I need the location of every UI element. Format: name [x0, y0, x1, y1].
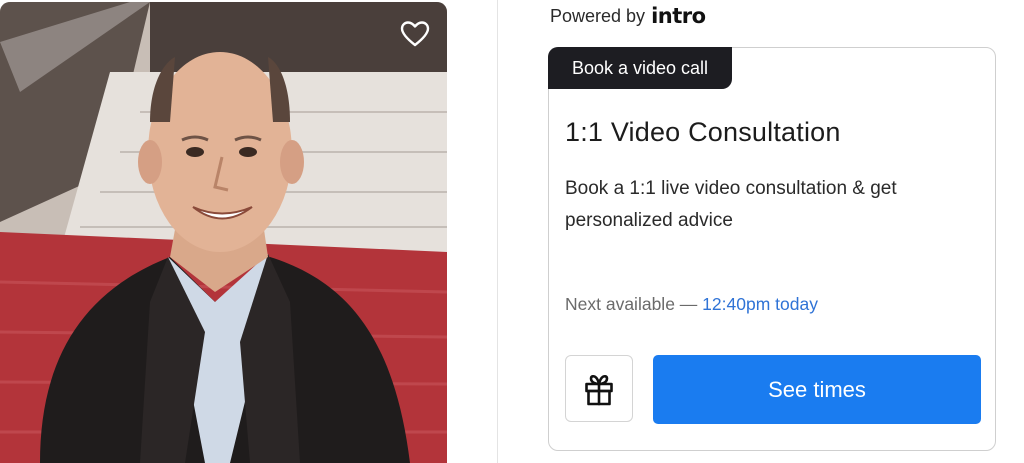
card-title: 1:1 Video Consultation [565, 117, 841, 147]
card-tag: Book a video call [548, 47, 732, 89]
next-available: Next available — 12:40pm today [565, 294, 818, 315]
favorite-heart-icon[interactable] [400, 20, 430, 48]
vertical-divider [497, 0, 498, 463]
gift-button[interactable] [565, 355, 633, 422]
heart-icon [400, 21, 430, 47]
next-available-time: 12:40pm today [702, 294, 818, 314]
intro-logo[interactable]: intro [651, 4, 706, 28]
gift-icon [585, 374, 613, 405]
powered-by: Powered by intro [550, 4, 706, 28]
photo-illustration [0, 2, 447, 463]
powered-by-label: Powered by [550, 5, 646, 26]
see-times-button[interactable]: See times [653, 355, 981, 424]
profile-photo [0, 2, 447, 463]
next-available-label: Next available — [565, 294, 698, 314]
card-description: Book a 1:1 live video consultation & get… [565, 178, 897, 231]
booking-card: Book a video call 1:1 Video Consultation… [548, 47, 996, 451]
